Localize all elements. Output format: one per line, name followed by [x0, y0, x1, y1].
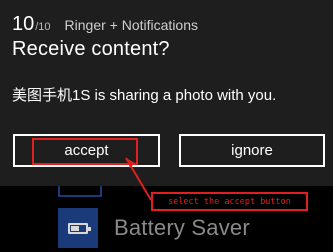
accept-button[interactable]: accept [13, 134, 160, 167]
notification-counter-total: /10 [35, 21, 51, 33]
dialog-header: 10 /10 Ringer + Notifications [12, 14, 198, 34]
battery-saver-label: Battery Saver [114, 215, 250, 240]
annotation-label: select the accept button [151, 192, 308, 211]
dialog-message: 美图手机1S is sharing a photo with you. [12, 87, 277, 104]
dialog-title: Receive content? [12, 38, 170, 60]
list-item-battery-saver[interactable]: Battery Saver [57, 204, 333, 252]
ignore-button[interactable]: ignore [179, 134, 325, 167]
notification-counter-current: 10 [12, 13, 35, 35]
battery-saver-tile [58, 208, 98, 248]
receive-content-dialog: 10 /10 Ringer + Notifications Receive co… [0, 0, 333, 186]
battery-icon [68, 222, 91, 234]
dialog-header-title: Ringer + Notifications [64, 17, 198, 33]
